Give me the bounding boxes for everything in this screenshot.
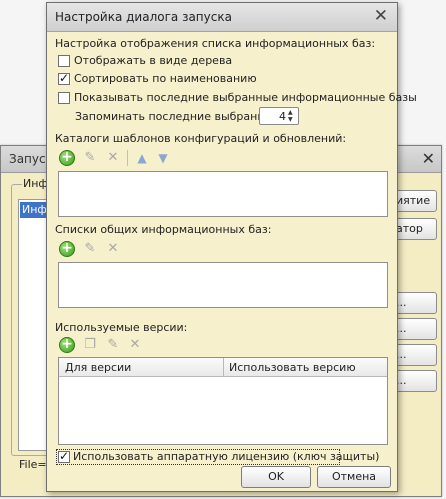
tree-view-checkbox[interactable]: [58, 55, 70, 67]
show-recent-checkbox[interactable]: [58, 92, 70, 104]
dialog-titlebar: Настройка диалога запуска ✕: [47, 3, 397, 32]
shared-pencil-icon[interactable]: ✎: [82, 241, 98, 257]
versions-delete-icon[interactable]: ✕: [127, 337, 143, 353]
versions-pencil-icon[interactable]: ✎: [105, 337, 121, 353]
close-icon[interactable]: ✕: [374, 6, 388, 26]
remember-count-spinner[interactable]: 4 ▲ ▼: [259, 107, 299, 125]
section-versions-label: Используемые версии:: [55, 321, 188, 334]
sort-by-name-label: Сортировать по наименованию: [74, 72, 257, 85]
templates-delete-icon[interactable]: ✕: [105, 150, 121, 166]
tree-view-label: Отображать в виде дерева: [74, 54, 233, 67]
versions-table[interactable]: Для версии Использовать версию: [58, 357, 388, 445]
column-divider[interactable]: [223, 358, 224, 376]
templates-add-icon[interactable]: +: [59, 150, 75, 166]
versions-table-header: Для версии Использовать версию: [59, 358, 387, 377]
remember-count-value[interactable]: 4: [260, 110, 286, 123]
hardware-license-label: Использовать аппаратную лицензию (ключ з…: [73, 450, 380, 463]
background-close-icon[interactable]: ✕: [422, 149, 435, 168]
spinner-arrows-icon[interactable]: ▲ ▼: [288, 109, 297, 123]
section-display-label: Настройка отображения списка информацион…: [55, 37, 376, 50]
sort-by-name-checkbox[interactable]: [58, 71, 70, 85]
background-group-label: Инф: [22, 177, 49, 190]
templates-list[interactable]: [58, 171, 388, 217]
ok-button[interactable]: OK: [241, 466, 311, 488]
versions-copy-icon[interactable]: ❐: [82, 337, 98, 353]
dialog-title: Настройка диалога запуска: [55, 10, 232, 24]
remember-count-label: Запоминать последние выбранные:: [75, 110, 284, 123]
cancel-button[interactable]: Отмена: [317, 466, 391, 488]
templates-arrow-up-icon[interactable]: ▲: [134, 150, 150, 166]
versions-add-icon[interactable]: +: [59, 337, 75, 353]
templates-arrow-down-icon[interactable]: ▼: [155, 150, 171, 166]
templates-pencil-icon[interactable]: ✎: [82, 150, 98, 166]
column-use-version[interactable]: Использовать версию: [229, 361, 356, 374]
section-templates-label: Каталоги шаблонов конфигураций и обновле…: [55, 132, 347, 145]
column-for-version[interactable]: Для версии: [65, 361, 131, 374]
shared-add-icon[interactable]: +: [59, 241, 75, 257]
shared-delete-icon[interactable]: ✕: [105, 241, 121, 257]
toolbar-separator: [127, 150, 128, 166]
show-recent-label: Показывать последние выбранные информаци…: [74, 91, 417, 104]
hardware-license-checkbox[interactable]: [58, 449, 70, 463]
section-shared-label: Списки общих информационных баз:: [55, 223, 272, 236]
launch-settings-dialog: Настройка диалога запуска ✕ Настройка от…: [46, 2, 417, 492]
shared-list[interactable]: [58, 262, 388, 308]
